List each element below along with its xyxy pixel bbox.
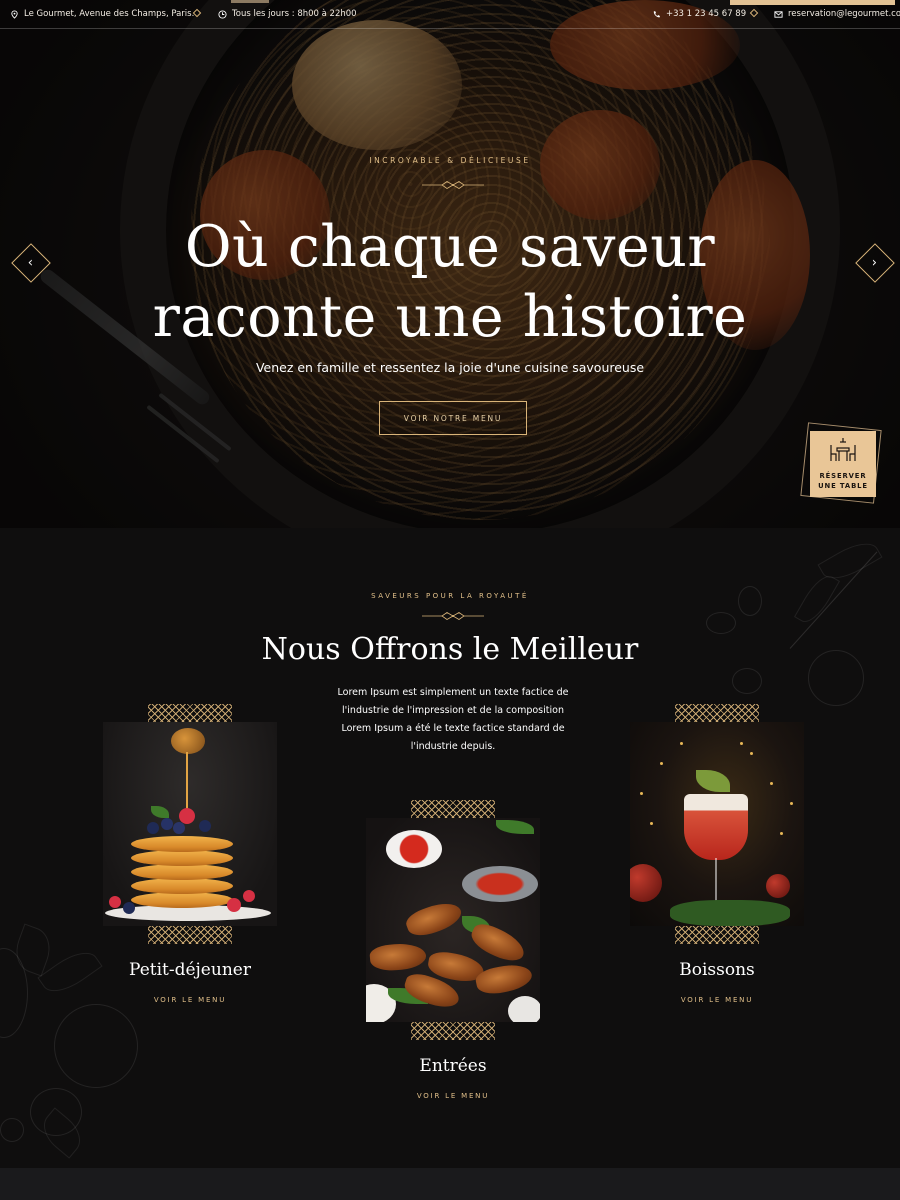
ornament-divider-icon	[422, 181, 484, 189]
hours-text: Tous les jours : 8h00 à 22h00	[232, 9, 357, 19]
hero-section: Le Gourmet, Avenue des Champs, Paris. To…	[0, 0, 900, 528]
lattice-ornament	[411, 800, 495, 818]
drinks-title[interactable]: Boissons	[630, 960, 804, 980]
offer-section: SAVEURS POUR LA ROYAUTÉ Nous Offrons le …	[0, 528, 900, 1168]
reserve-label-line2: UNE TABLE	[818, 482, 868, 490]
hero-eyebrow: INCROYABLE & DÉLICIEUSE	[369, 156, 531, 165]
lattice-ornament	[675, 704, 759, 722]
address-info: Le Gourmet, Avenue des Champs, Paris.	[10, 9, 194, 19]
section-eyebrow: SAVEURS POUR LA ROYAUTÉ	[371, 592, 529, 600]
decorative-doodle	[738, 586, 762, 616]
address-text: Le Gourmet, Avenue des Champs, Paris.	[24, 9, 195, 19]
email-text: reservation@legourmet.com	[788, 9, 900, 19]
section-description: Lorem Ipsum est simplement un texte fact…	[337, 687, 569, 752]
decorative-doodle	[54, 1004, 138, 1088]
email-link[interactable]: reservation@legourmet.com	[774, 9, 900, 19]
lattice-ornament	[148, 704, 232, 722]
footer-strip	[0, 1168, 900, 1200]
breakfast-title[interactable]: Petit-déjeuner	[103, 960, 277, 980]
separator-diamond	[749, 8, 759, 18]
reserve-table-button[interactable]: RÉSERVER UNE TABLE	[810, 431, 876, 497]
topbar-accent	[730, 0, 895, 5]
ornament-divider-icon	[422, 612, 484, 620]
drinks-menu-link[interactable]: VOIR LE MENU	[630, 996, 804, 1004]
starters-menu-link[interactable]: VOIR LE MENU	[366, 1092, 540, 1100]
mail-icon	[774, 10, 783, 18]
phone-icon	[653, 10, 660, 17]
reserve-label-line1: RÉSERVER	[819, 472, 867, 480]
cocktail-glass-image	[684, 794, 748, 860]
hero-title: Où chaque saveur raconte une histoire	[0, 212, 900, 352]
breakfast-card-image[interactable]	[103, 722, 277, 926]
starters-card-image[interactable]	[366, 818, 540, 1022]
decorative-doodle	[0, 1118, 24, 1142]
decorative-doodle	[732, 668, 762, 694]
decorative-doodle	[706, 612, 736, 634]
lattice-ornament	[411, 1022, 495, 1040]
hero-title-line1: Où chaque saveur	[184, 214, 716, 280]
section-title: Nous Offrons le Meilleur	[261, 632, 639, 667]
breakfast-menu-link[interactable]: VOIR LE MENU	[103, 996, 277, 1004]
chevron-left-icon: ‹	[28, 255, 34, 271]
phone-link[interactable]: +33 1 23 45 67 89	[652, 9, 746, 19]
honey-dipper-image	[171, 728, 205, 754]
location-pin-icon	[11, 9, 18, 19]
phone-text: +33 1 23 45 67 89	[666, 9, 747, 19]
hero-subtitle: Venez en famille et ressentez la joie d'…	[255, 360, 645, 375]
view-menu-button[interactable]: VOIR NOTRE MENU	[379, 401, 527, 435]
clock-icon	[218, 9, 227, 19]
hero-title-line2: raconte une histoire	[152, 284, 748, 350]
lattice-ornament	[148, 926, 232, 944]
chevron-right-icon: ›	[872, 255, 878, 271]
starters-title[interactable]: Entrées	[366, 1056, 540, 1076]
hours-info: Tous les jours : 8h00 à 22h00	[218, 9, 357, 19]
top-info-bar: Le Gourmet, Avenue des Champs, Paris. To…	[0, 0, 900, 29]
lattice-ornament	[675, 926, 759, 944]
drinks-card-image[interactable]	[630, 722, 804, 926]
dining-table-icon	[830, 438, 856, 461]
